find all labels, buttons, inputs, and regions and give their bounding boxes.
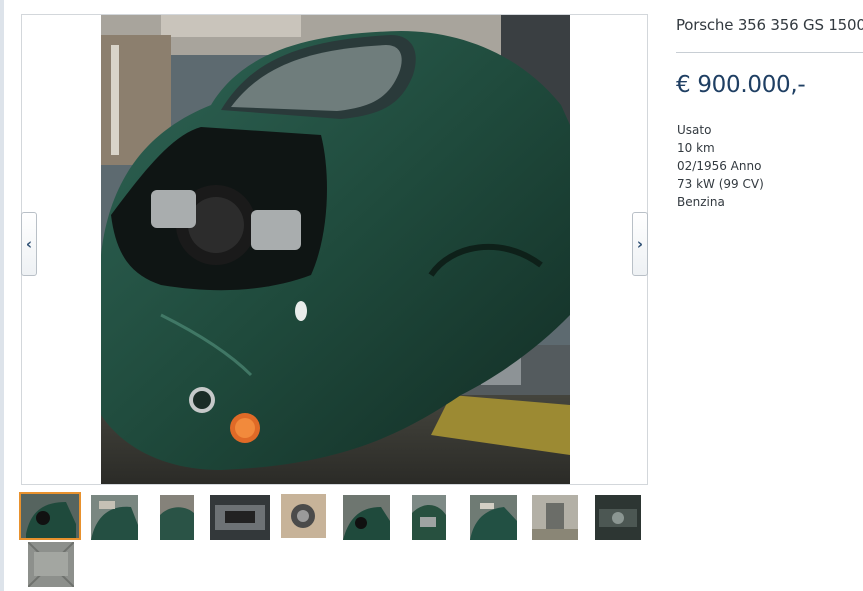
thumbnail-3[interactable] (160, 495, 194, 540)
spec-fuel: Benzina (677, 195, 725, 209)
thumbnail-4[interactable] (210, 495, 270, 540)
title-divider (676, 52, 863, 53)
spec-power: 73 kW (99 CV) (677, 177, 764, 191)
thumbnail-1[interactable] (19, 492, 81, 540)
car-photo-image (101, 15, 570, 484)
spec-condition: Usato (677, 123, 712, 137)
main-photo[interactable] (101, 15, 570, 484)
spec-registration-year: 02/1956 Anno (677, 159, 762, 173)
thumbnail-11[interactable] (28, 542, 74, 587)
thumbnail-10[interactable] (595, 495, 641, 540)
thumbnail-5[interactable] (281, 494, 326, 538)
listing-title: Porsche 356 356 GS 1500 (676, 16, 863, 34)
page-left-border (0, 0, 4, 591)
spec-mileage: 10 km (677, 141, 715, 155)
listing-price: € 900.000,- (676, 72, 806, 98)
thumbnail-9[interactable] (532, 495, 578, 540)
thumbnail-6[interactable] (343, 495, 390, 540)
chevron-right-icon: › (636, 235, 644, 253)
next-image-button[interactable]: › (632, 212, 648, 276)
previous-image-button[interactable]: ‹ (21, 212, 37, 276)
thumbnail-8[interactable] (470, 495, 517, 540)
image-viewer: ‹ › (21, 14, 648, 485)
vehicle-specs-list: Usato 10 km 02/1956 Anno 73 kW (99 CV) B… (677, 121, 764, 211)
chevron-left-icon: ‹ (25, 235, 33, 253)
thumbnail-2[interactable] (91, 495, 138, 540)
thumbnail-7[interactable] (412, 495, 446, 540)
